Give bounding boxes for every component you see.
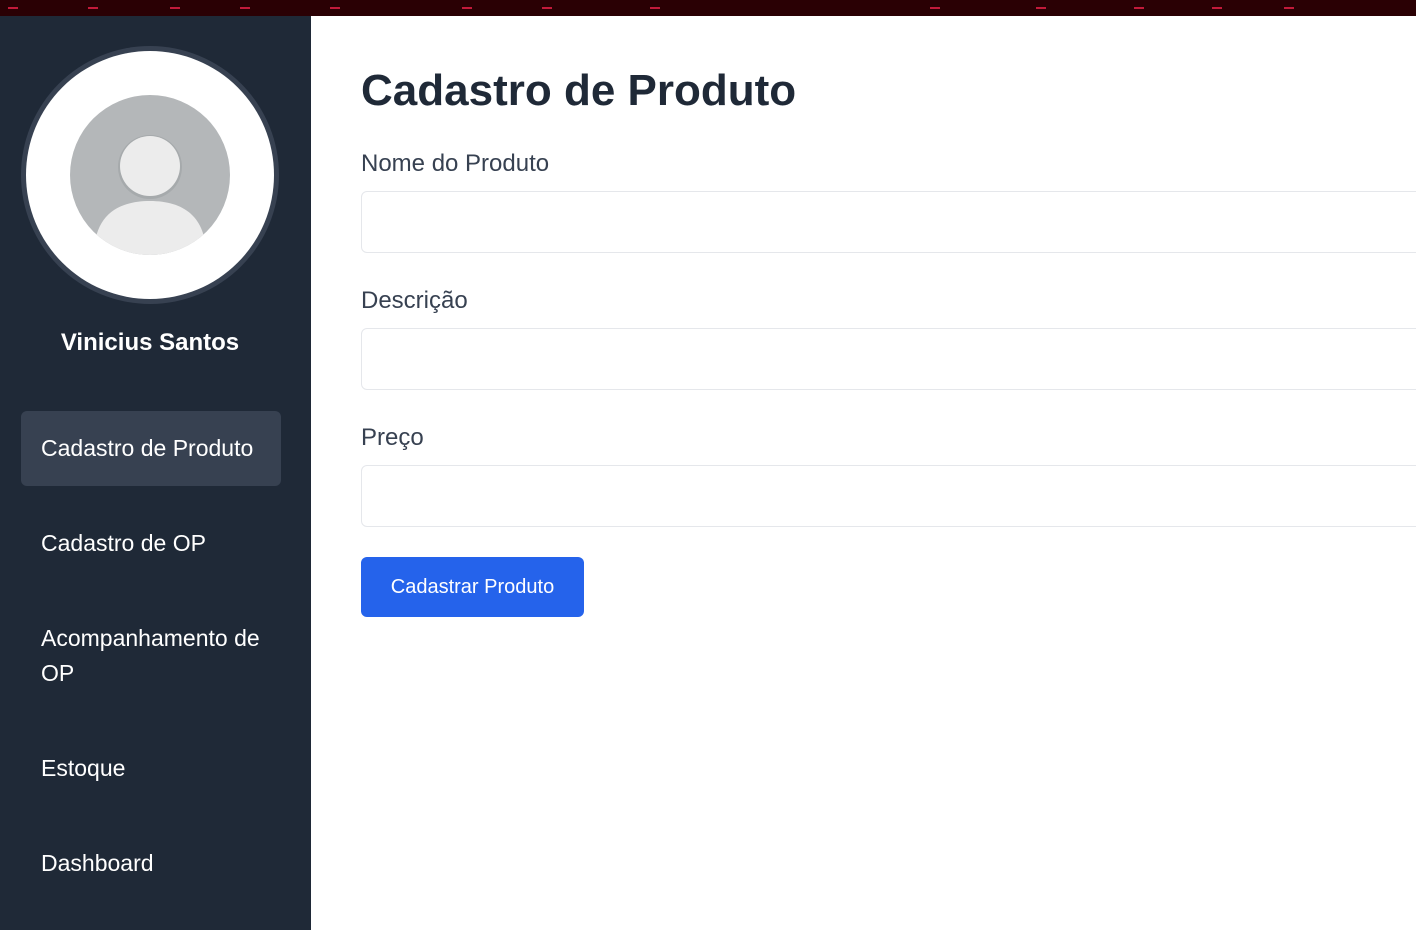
sidebar-item-acompanhamento-op[interactable]: Acompanhamento de OP <box>21 621 281 691</box>
price-label: Preço <box>361 424 424 451</box>
browser-top-strip <box>0 0 1416 16</box>
page-title: Cadastro de Produto <box>361 66 797 115</box>
sidebar: Vinicius Santos Cadastro de Produto Cada… <box>0 16 311 930</box>
avatar[interactable] <box>21 46 279 304</box>
sidebar-item-cadastro-produto[interactable]: Cadastro de Produto <box>21 411 281 486</box>
sidebar-item-label: Cadastro de OP <box>41 530 206 556</box>
price-input[interactable] <box>361 465 1416 527</box>
sidebar-item-label: Dashboard <box>41 850 154 876</box>
main-content: Cadastro de Produto Nome do Produto Desc… <box>311 16 1416 930</box>
sidebar-item-estoque[interactable]: Estoque <box>21 751 281 786</box>
product-name-input[interactable] <box>361 191 1416 253</box>
submit-product-button[interactable]: Cadastrar Produto <box>361 557 584 617</box>
sidebar-item-dashboard[interactable]: Dashboard <box>21 846 281 881</box>
avatar-frame <box>26 51 274 299</box>
user-avatar-icon <box>70 95 230 255</box>
sidebar-item-cadastro-op[interactable]: Cadastro de OP <box>21 526 281 561</box>
product-name-label: Nome do Produto <box>361 150 550 177</box>
description-input[interactable] <box>361 328 1416 390</box>
sidebar-item-label: Estoque <box>41 755 126 781</box>
user-name: Vinicius Santos <box>60 329 240 356</box>
description-label: Descrição <box>361 287 468 314</box>
sidebar-item-label: Cadastro de Produto <box>41 435 254 461</box>
sidebar-item-label: Acompanhamento de OP <box>41 625 260 686</box>
